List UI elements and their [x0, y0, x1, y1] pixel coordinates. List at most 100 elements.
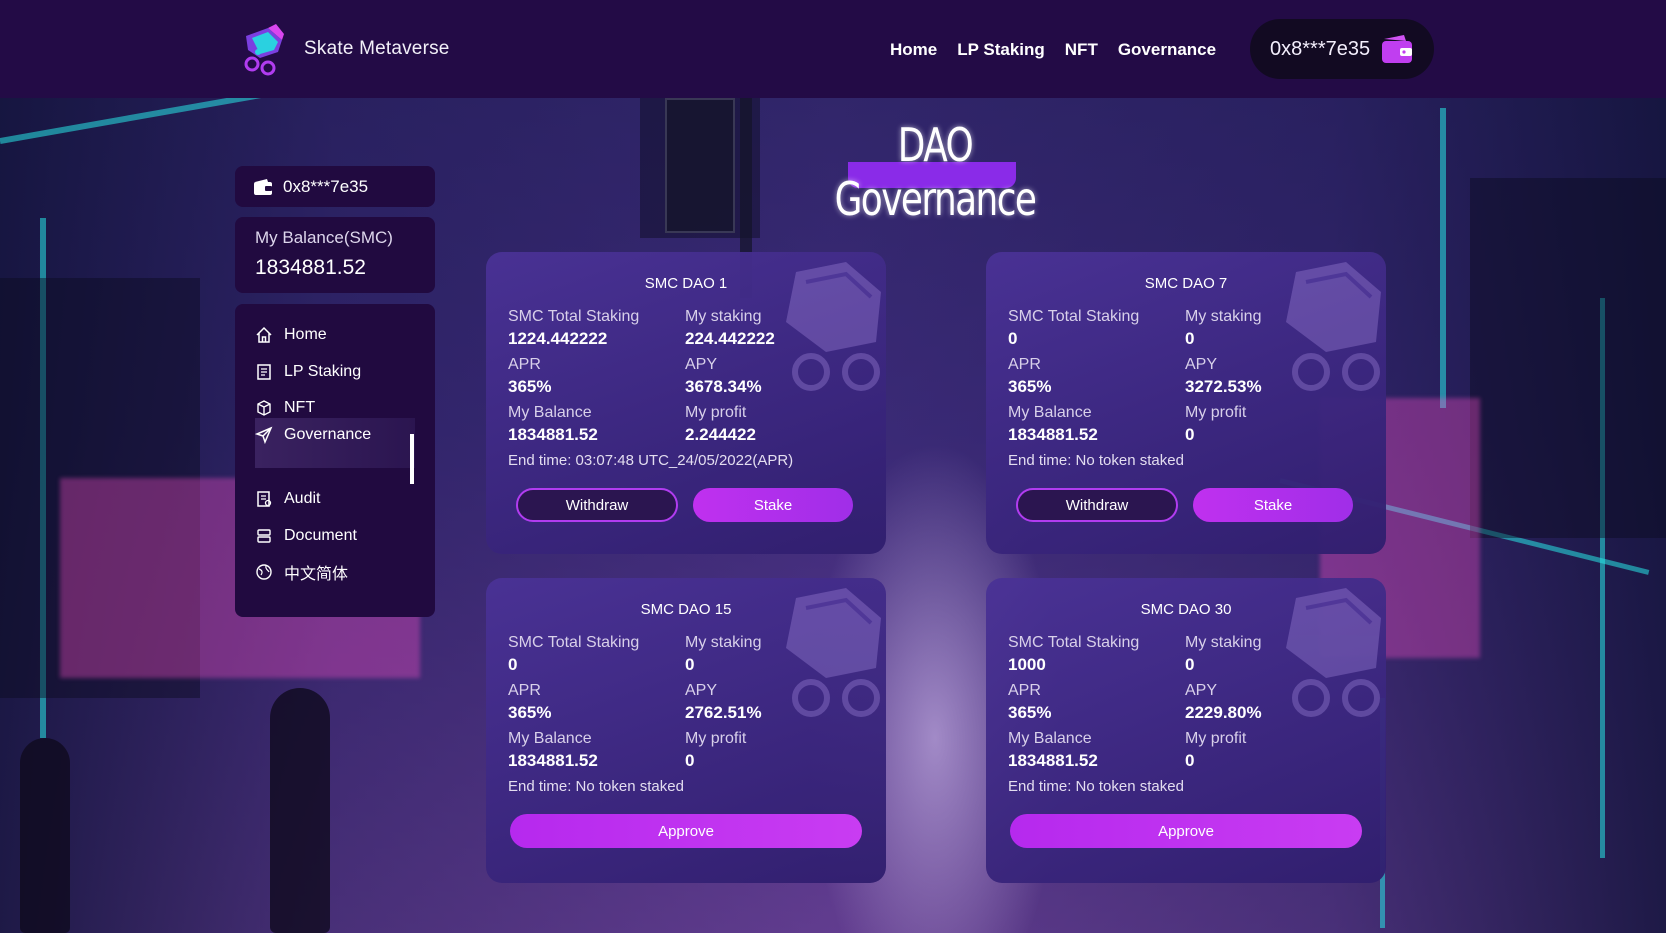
apr-value: 365%: [508, 703, 552, 722]
audit-icon: [257, 491, 272, 507]
page-title: DAO Governance: [834, 118, 1037, 226]
my-balance-label: My Balance: [1008, 730, 1092, 747]
my-balance-value: 1834881.52: [508, 751, 598, 770]
total-staking-label: SMC Total Staking: [1008, 308, 1140, 325]
apr-label: APR: [1008, 356, 1041, 373]
my-profit-label: My profit: [685, 404, 747, 421]
sidebar-item-label: Audit: [284, 490, 321, 507]
sidebar-item-document[interactable]: Document: [255, 519, 415, 553]
dao-card: SMC DAO 15 SMC Total Staking My staking …: [486, 578, 886, 883]
my-balance-value: 1834881.52: [1008, 751, 1098, 770]
my-profit-value: 0: [1185, 425, 1195, 444]
my-staking-label: My staking: [685, 634, 762, 651]
active-indicator: [410, 434, 414, 484]
my-balance-label: My Balance: [1008, 404, 1092, 421]
top-nav: Home LP Staking NFT Governance: [890, 40, 1216, 60]
wallet-icon: [1382, 35, 1412, 63]
wallet-address: 0x8***7e35: [1270, 37, 1371, 60]
top-header: Skate Metaverse Home LP Staking NFT Gove…: [0, 0, 1666, 98]
total-staking-value: 0: [508, 655, 518, 674]
withdraw-button[interactable]: Withdraw: [1016, 488, 1178, 522]
sidebar-item-label: Document: [284, 527, 357, 544]
apy-value: 3272.53%: [1185, 377, 1262, 396]
sidebar-item-audit[interactable]: Audit: [255, 482, 415, 516]
sidebar-item-label: LP Staking: [284, 363, 362, 380]
apr-label: APR: [508, 682, 541, 699]
sidebar-item-label: Home: [284, 326, 327, 343]
dao-card: SMC DAO 1 SMC Total Staking My staking 1…: [486, 252, 886, 554]
total-staking-value: 1224.442222: [508, 329, 608, 348]
dao-card: SMC DAO 7 SMC Total Staking My staking 0…: [986, 252, 1386, 554]
nav-nft[interactable]: NFT: [1065, 40, 1098, 60]
total-staking-label: SMC Total Staking: [508, 634, 640, 651]
balance-value: 1834881.52: [255, 256, 366, 279]
apr-value: 365%: [1008, 703, 1052, 722]
stake-button[interactable]: Stake: [1193, 488, 1353, 522]
apy-value: 3678.34%: [685, 377, 762, 396]
dao-card: SMC DAO 30 SMC Total Staking My staking …: [986, 578, 1386, 883]
sidebar-item-governance[interactable]: Governance: [255, 418, 415, 468]
sidebar-wallet-address: 0x8***7e35: [283, 176, 369, 196]
sidebar-menu: Home LP Staking NFT Governance Audit Doc…: [235, 304, 435, 617]
wallet-button[interactable]: 0x8***7e35: [1250, 19, 1434, 79]
total-staking-value: 1000: [1008, 655, 1046, 674]
my-profit-value: 2.244422: [685, 425, 756, 444]
wallet-icon: [254, 178, 272, 195]
card-title: SMC DAO 15: [640, 601, 732, 618]
sidebar-wallet[interactable]: 0x8***7e35: [235, 166, 435, 207]
my-profit-label: My profit: [685, 730, 747, 747]
sidebar-item-home[interactable]: Home: [255, 318, 415, 352]
apr-value: 365%: [1008, 377, 1052, 396]
my-balance-label: My Balance: [508, 404, 592, 421]
approve-button[interactable]: Approve: [1010, 814, 1362, 848]
my-staking-label: My staking: [1185, 634, 1262, 651]
my-staking-value: 0: [1185, 329, 1195, 348]
my-balance-value: 1834881.52: [508, 425, 598, 444]
total-staking-label: SMC Total Staking: [1008, 634, 1140, 651]
apr-value: 365%: [508, 377, 552, 396]
my-balance-value: 1834881.52: [1008, 425, 1098, 444]
card-title: SMC DAO 7: [1144, 275, 1228, 292]
cube-icon: [257, 400, 271, 416]
apy-label: APY: [685, 356, 718, 373]
sidebar-item-label: Governance: [284, 426, 372, 443]
end-time: End time: No token staked: [1008, 452, 1184, 469]
end-time: End time: No token staked: [508, 778, 684, 795]
end-time: End time: No token staked: [1008, 778, 1184, 795]
document-icon: [257, 364, 271, 380]
apy-value: 2229.80%: [1185, 703, 1262, 722]
nav-home[interactable]: Home: [890, 40, 937, 60]
my-profit-value: 0: [1185, 751, 1195, 770]
end-time: End time: 03:07:48 UTC_24/05/2022(APR): [508, 452, 794, 469]
apy-label: APY: [685, 682, 718, 699]
apy-label: APY: [1185, 356, 1218, 373]
total-staking-value: 0: [1008, 329, 1018, 348]
withdraw-button[interactable]: Withdraw: [516, 488, 678, 522]
apr-label: APR: [1008, 682, 1041, 699]
my-staking-value: 224.442222: [685, 329, 775, 348]
total-staking-label: SMC Total Staking: [508, 308, 640, 325]
my-staking-label: My staking: [1185, 308, 1262, 325]
brand-name: Skate Metaverse: [304, 38, 450, 59]
approve-button[interactable]: Approve: [510, 814, 862, 848]
balance-panel: My Balance(SMC) 1834881.52: [235, 217, 435, 293]
stake-button[interactable]: Stake: [693, 488, 853, 522]
skate-logo-icon[interactable]: [238, 22, 290, 76]
my-staking-value: 0: [1185, 655, 1195, 674]
sidebar-item-lp-staking[interactable]: LP Staking: [255, 355, 415, 389]
apr-label: APR: [508, 356, 541, 373]
sidebar-item-label: NFT: [284, 399, 316, 416]
my-staking-label: My staking: [685, 308, 762, 325]
database-icon: [257, 529, 271, 543]
my-balance-label: My Balance: [508, 730, 592, 747]
my-staking-value: 0: [685, 655, 695, 674]
send-icon: [255, 426, 273, 444]
my-profit-label: My profit: [1185, 730, 1247, 747]
home-icon: [256, 326, 272, 343]
nav-governance[interactable]: Governance: [1118, 40, 1216, 60]
apy-label: APY: [1185, 682, 1218, 699]
card-title: SMC DAO 30: [1140, 601, 1232, 618]
nav-lp-staking[interactable]: LP Staking: [957, 40, 1045, 60]
sidebar-item-language[interactable]: 中文简体: [255, 555, 415, 589]
sidebar-item-label: 中文简体: [284, 566, 349, 583]
